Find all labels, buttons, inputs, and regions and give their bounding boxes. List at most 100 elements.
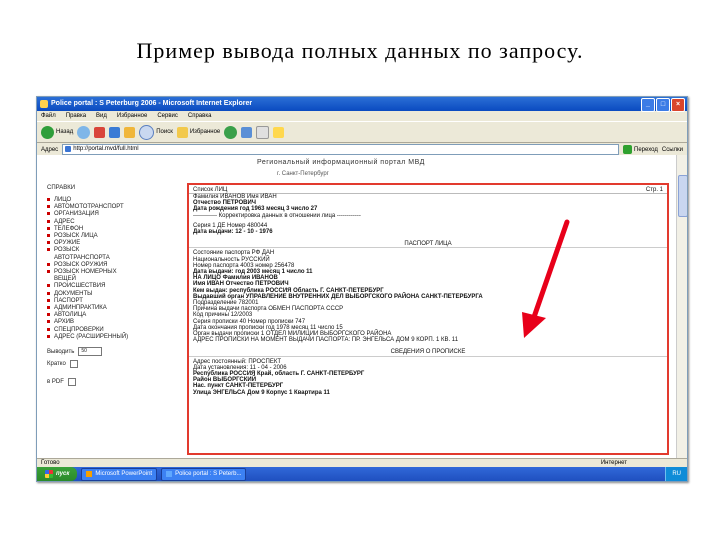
- sidebar-item-label: ПАСПОРТ: [54, 297, 83, 304]
- bullet-icon: [47, 334, 50, 338]
- menu-favorites[interactable]: Избранное: [117, 111, 147, 121]
- history-icon[interactable]: [241, 126, 253, 138]
- bullet-icon: [47, 205, 50, 209]
- sidebar-item-label: ТЕЛЕФОН: [54, 225, 84, 232]
- sidebar-item[interactable]: АДРЕС: [47, 219, 182, 226]
- bullet-icon: [47, 197, 50, 201]
- back-button[interactable]: Назад: [41, 125, 73, 139]
- sidebar-item[interactable]: ОРГАНИЗАЦИЯ: [47, 211, 182, 218]
- task-browser[interactable]: Police portal : S Peterb...: [161, 467, 247, 481]
- sidebar-item-label: АВТОТРАНСПОРТА: [54, 254, 110, 261]
- sidebar-item[interactable]: АРХИВ: [47, 319, 182, 326]
- media-icon[interactable]: [224, 125, 238, 139]
- start-button[interactable]: пуск: [37, 467, 78, 481]
- sidebar-menu: ЛИЦО АВТОМОТОТРАНСПОРТ ОРГАНИЗАЦИЯ АДРЕС ТЕЛ…: [47, 197, 182, 341]
- ie-task-icon: [166, 471, 173, 477]
- menu-edit[interactable]: Правка: [66, 111, 86, 121]
- result-line: Улица ЭНГЕЛЬСА Дом 9 Корпус 1 Квартира 1…: [193, 389, 330, 396]
- bullet-icon: [47, 241, 50, 245]
- status-text: Готово: [41, 460, 60, 466]
- window-controls: _ □ ×: [641, 98, 685, 112]
- task-powerpoint[interactable]: Microsoft PowerPoint: [81, 467, 158, 481]
- bullet-icon: [47, 291, 50, 295]
- sidebar-item[interactable]: РОЗЫСК ЛИЦА: [47, 233, 182, 240]
- sidebar-item[interactable]: ДОКУМЕНТЫ: [47, 291, 182, 298]
- sidebar-item[interactable]: СПЕЦПРОВЕРКИ: [47, 327, 182, 334]
- short-checkbox[interactable]: [69, 360, 78, 369]
- go-label: Переход: [634, 146, 658, 153]
- sidebar-item[interactable]: ТЕЛЕФОН: [47, 226, 182, 233]
- close-icon[interactable]: ×: [671, 98, 685, 112]
- language-indicator[interactable]: RU: [672, 471, 681, 477]
- sidebar-item[interactable]: ОРУЖИЕ: [47, 240, 182, 247]
- sidebar-item-label: ВЕЩЕЙ: [54, 276, 76, 283]
- sidebar-item-label: ОРУЖИЕ: [54, 240, 81, 247]
- windows-flag-icon: [45, 470, 53, 478]
- task-powerpoint-label: Microsoft PowerPoint: [95, 471, 153, 477]
- forward-arrow-icon[interactable]: [77, 125, 91, 139]
- stop-icon[interactable]: [94, 126, 106, 138]
- home-icon[interactable]: [124, 126, 136, 138]
- menu-file[interactable]: Файл: [41, 111, 56, 121]
- bullet-icon: [47, 320, 50, 324]
- task-browser-label: Police portal : S Peterb...: [175, 471, 242, 477]
- favorites-label: Избранное: [189, 129, 221, 135]
- sidebar-item[interactable]: АВТОТРАНСПОРТА: [47, 255, 182, 262]
- folder-icon[interactable]: [273, 126, 285, 138]
- vertical-scrollbar[interactable]: [676, 155, 687, 458]
- sidebar-item-label: РОЗЫСК ЛИЦА: [54, 233, 98, 240]
- menu-tools[interactable]: Сервис: [157, 111, 178, 121]
- go-button[interactable]: Переход: [623, 145, 658, 154]
- sidebar-item[interactable]: ПРОИСШЕСТВИЯ: [47, 283, 182, 290]
- minimize-icon[interactable]: _: [641, 98, 655, 112]
- sidebar-item-label: РОЗЫСК: [54, 247, 80, 254]
- scrollbar-thumb[interactable]: [678, 175, 687, 217]
- powerpoint-icon: [86, 471, 93, 477]
- count-label: Выводить: [47, 348, 75, 355]
- bullet-icon: [47, 298, 50, 302]
- bullet-icon: [47, 327, 50, 331]
- mail-icon[interactable]: [256, 125, 270, 139]
- search-label: Поиск: [156, 129, 173, 135]
- window-title: Police portal : S Peterburg 2006 - Micro…: [51, 100, 253, 107]
- links-button[interactable]: Ссылки: [662, 147, 683, 153]
- sidebar-item-label: ЛИЦО: [54, 197, 72, 203]
- sidebar-heading: СПРАВКИ: [47, 185, 76, 191]
- sidebar-item[interactable]: РОЗЫСК: [47, 247, 182, 254]
- result-header-right: Стр. 1: [645, 187, 663, 193]
- search-button[interactable]: Поиск: [139, 124, 173, 140]
- go-arrow-icon: [623, 145, 633, 154]
- sidebar-item-label: АВТОМОТОТРАНСПОРТ: [54, 204, 124, 211]
- bullet-icon: [47, 248, 50, 252]
- menu-view[interactable]: Вид: [96, 111, 107, 121]
- taskbar: пуск Microsoft PowerPoint Police portal …: [37, 467, 687, 481]
- count-input[interactable]: 50: [78, 347, 103, 357]
- sidebar: СПРАВКИ ЛИЦО АВТОМОТОТРАНСПОРТ ОРГАНИЗАЦИЯ…: [47, 185, 182, 390]
- sidebar-item[interactable]: ПАСПОРТ: [47, 298, 182, 305]
- sidebar-item[interactable]: АВТОМОТОТРАНСПОРТ: [47, 204, 182, 211]
- maximize-icon[interactable]: □: [656, 98, 670, 112]
- search-icon: [139, 124, 155, 140]
- window-titlebar[interactable]: Police portal : S Peterburg 2006 - Micro…: [37, 97, 687, 112]
- pdf-checkbox[interactable]: [67, 378, 76, 387]
- sidebar-item[interactable]: АДРЕС (РАСШИРЕННЫЙ): [47, 334, 182, 341]
- bullet-icon: [47, 212, 50, 216]
- sidebar-item-label: СПЕЦПРОВЕРКИ: [54, 326, 104, 333]
- browser-window: Police portal : S Peterburg 2006 - Micro…: [36, 96, 688, 482]
- slide-title: Пример вывода полных данных по запросу.: [136, 38, 584, 63]
- address-input[interactable]: http://portal.mvd/full.html: [62, 144, 620, 155]
- star-icon: [176, 126, 188, 138]
- favorites-button[interactable]: Избранное: [176, 126, 221, 138]
- bullet-icon: [47, 269, 50, 273]
- sidebar-item[interactable]: ВЕЩЕЙ: [47, 276, 182, 283]
- menu-help[interactable]: Справка: [188, 111, 212, 121]
- section-heading: СВЕДЕНИЯ О ПРОПИСКЕ: [189, 349, 667, 357]
- sidebar-item[interactable]: РОЗЫСК ОРУЖИЯ: [47, 262, 182, 269]
- sidebar-item[interactable]: ЛИЦО: [47, 197, 182, 204]
- sidebar-item-label: АВТОЛИЦА: [54, 312, 87, 319]
- sidebar-item[interactable]: АВТОЛИЦА: [47, 312, 182, 319]
- sidebar-item-label: АДРЕС (РАСШИРЕННЫЙ): [54, 333, 129, 340]
- refresh-icon[interactable]: [109, 126, 121, 138]
- sidebar-item[interactable]: АДМИНПРАКТИКА: [47, 305, 182, 312]
